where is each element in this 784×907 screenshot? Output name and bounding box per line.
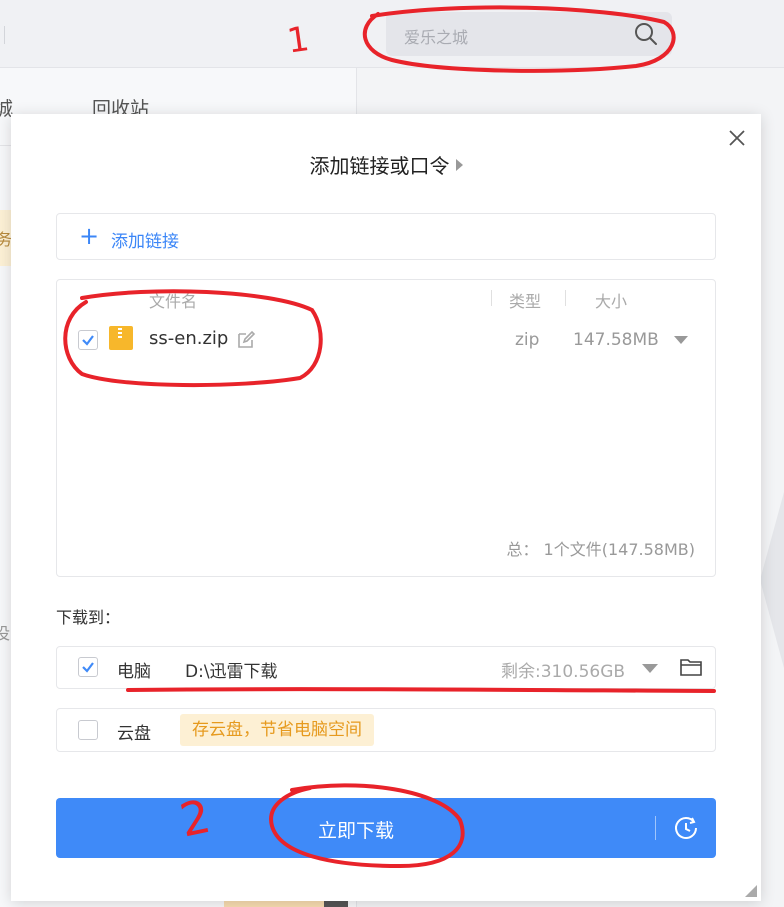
- free-space: 剩余:310.56GB: [501, 662, 626, 682]
- download-to-label: 下载到：: [56, 608, 121, 627]
- chevron-down-icon[interactable]: [642, 664, 658, 673]
- destination-cloud[interactable]: 云盘 存云盘，节省电脑空间: [56, 708, 716, 752]
- add-link-button[interactable]: + 添加链接: [56, 213, 716, 260]
- column-header-name: 文件名: [149, 292, 198, 311]
- dialog-title: 添加链接或口令: [309, 154, 450, 178]
- table-row[interactable]: ss-en.zip zip 147.58MB: [57, 324, 715, 360]
- resize-grip-icon[interactable]: [745, 885, 757, 897]
- column-header-type: 类型: [509, 292, 542, 311]
- decorative-shape: [760, 470, 784, 690]
- clock-icon[interactable]: [673, 815, 699, 841]
- cloud-name: 云盘: [117, 724, 151, 744]
- toolbar-separator: [4, 26, 5, 44]
- folder-icon[interactable]: [679, 656, 703, 678]
- plus-icon: +: [79, 222, 100, 250]
- caret-right-icon[interactable]: [455, 159, 463, 171]
- search-icon[interactable]: [634, 22, 658, 46]
- search-box[interactable]: 爱乐之城: [386, 12, 672, 56]
- file-size: 147.58MB: [573, 330, 659, 350]
- edit-icon[interactable]: [235, 329, 257, 351]
- cloud-tip-badge: 存云盘，节省电脑空间: [180, 714, 374, 746]
- file-name: ss-en.zip: [149, 328, 229, 349]
- computer-checkbox[interactable]: [78, 657, 98, 677]
- add-link-dialog: 添加链接或口令 + 添加链接 文件名 类型 大小 ss-en.zip zip 1…: [11, 114, 761, 901]
- column-divider: [565, 290, 566, 306]
- destination-computer[interactable]: 电脑 D:\迅雷下载 剩余:310.56GB: [56, 646, 716, 689]
- download-now-button[interactable]: 立即下载: [56, 798, 716, 858]
- check-icon: [82, 335, 94, 346]
- button-divider: [655, 816, 656, 840]
- destination-name: 电脑: [117, 662, 151, 682]
- destination-path[interactable]: D:\迅雷下载: [185, 657, 278, 682]
- side-text-fragment-2: 没: [0, 624, 11, 643]
- zip-file-icon: [109, 326, 133, 350]
- chevron-down-icon[interactable]: [674, 336, 688, 344]
- file-list: 文件名 类型 大小 ss-en.zip zip 147.58MB 总： 1个文件…: [56, 279, 716, 577]
- download-now-label: 立即下载: [317, 820, 394, 842]
- search-input[interactable]: 爱乐之城: [404, 24, 468, 48]
- dialog-title-row[interactable]: 添加链接或口令: [11, 150, 761, 179]
- add-link-label: 添加链接: [111, 232, 179, 252]
- file-type: zip: [515, 330, 540, 350]
- total-summary: 总： 1个文件(147.58MB): [506, 540, 695, 559]
- column-header-size: 大小: [595, 292, 628, 311]
- cloud-checkbox[interactable]: [78, 720, 98, 740]
- close-icon[interactable]: [725, 126, 749, 150]
- check-icon: [82, 662, 94, 673]
- file-checkbox[interactable]: [78, 330, 98, 350]
- column-divider: [491, 290, 492, 306]
